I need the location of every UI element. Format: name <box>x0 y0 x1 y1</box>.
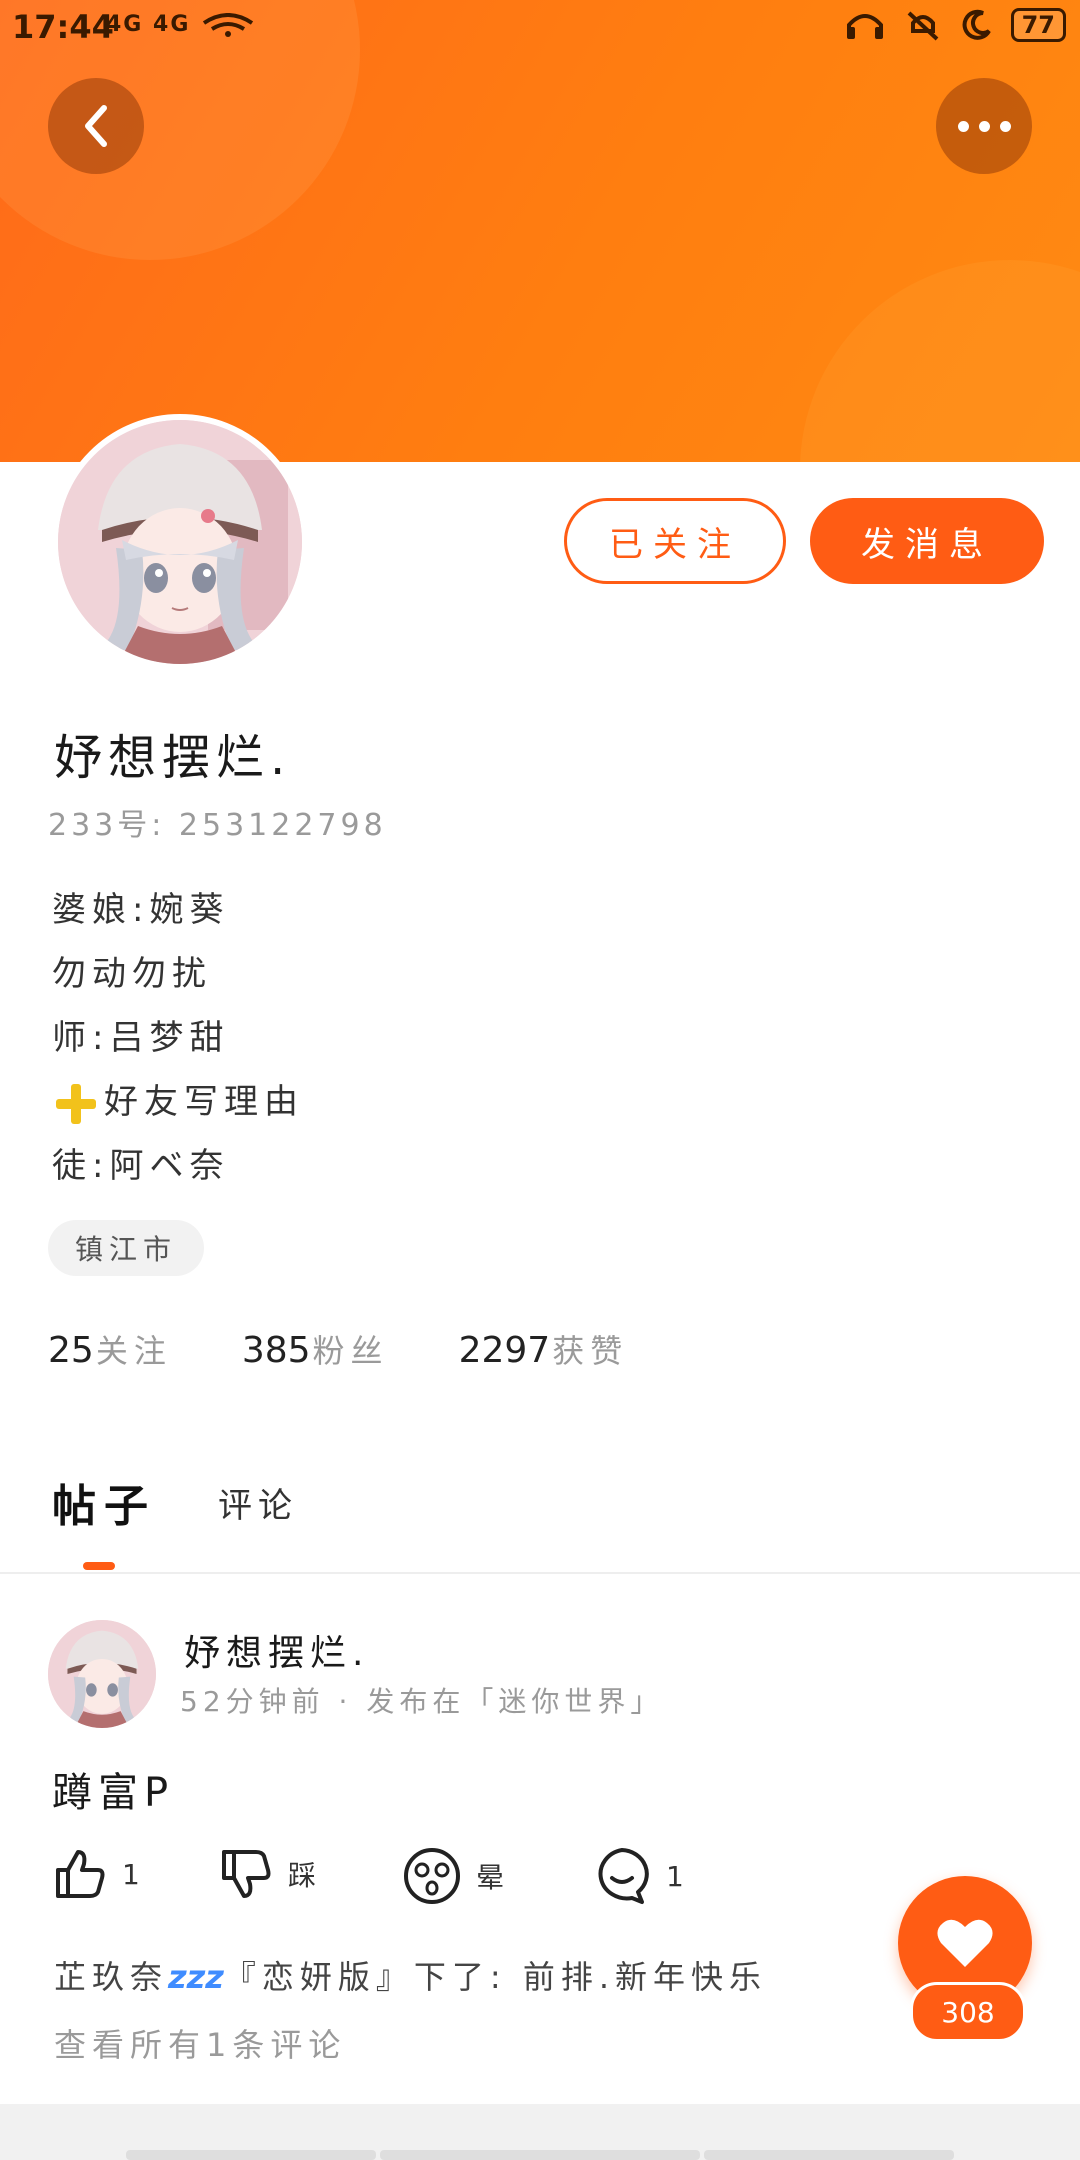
comment-preview[interactable]: 芷玖奈zzz『恋妍版』下了: 前排.新年快乐 <box>54 1952 767 1998</box>
profile-bio: 婆娘:婉葵 勿动勿扰 师:吕梦甜 好友写理由 徒:阿ベ奈 <box>52 878 304 1198</box>
bio-line: 勿动勿扰 <box>52 954 212 994</box>
avatar-image <box>58 420 302 664</box>
bio-line: 好友写理由 <box>52 1070 304 1134</box>
dizzy-button[interactable]: 晕 <box>402 1846 504 1906</box>
profile-banner <box>0 0 1080 462</box>
stat-followers[interactable]: 385 粉丝 <box>242 1326 389 1372</box>
post-author-name[interactable]: 妤想摆烂. <box>184 1624 369 1676</box>
stat-label: 粉丝 <box>312 1332 389 1370</box>
back-button[interactable] <box>48 78 144 174</box>
heart-icon <box>937 1919 993 1967</box>
profile-uid[interactable]: 233号: 253122798 <box>48 800 387 844</box>
headset-icon <box>846 14 883 39</box>
like-button[interactable]: 1 <box>52 1846 140 1902</box>
status-time: 17:44 <box>12 8 114 46</box>
bio-line: 婆娘:婉葵 <box>52 890 230 930</box>
next-card-preview <box>126 2150 376 2160</box>
bio-line: 徒:阿ベ奈 <box>52 1146 230 1186</box>
status-bar: 17:44 4G 4G 77 <box>0 0 1080 56</box>
post-actions: 1 踩 晕 1 <box>52 1846 852 1916</box>
avatar-image <box>48 1620 156 1728</box>
stat-number: 385 <box>241 1330 311 1371</box>
zzz-icon: zzz <box>168 1958 224 1996</box>
dizzy-face-icon <box>404 1848 460 1904</box>
stat-following[interactable]: 25 关注 <box>48 1326 172 1372</box>
banner-decoration <box>800 260 1080 462</box>
post-author-avatar[interactable] <box>48 1620 156 1728</box>
view-all-comments-link[interactable]: 查看所有1条评论 <box>54 2020 346 2066</box>
post-text[interactable]: 蹲富P <box>52 1760 174 1818</box>
tab-comments[interactable]: 评论 <box>218 1478 298 1527</box>
profile-stats: 25 关注 385 粉丝 2297 获赞 <box>48 1326 698 1372</box>
signal-icon: 4G 4G <box>106 12 256 37</box>
profile-nickname: 妤想摆烂. <box>54 730 292 786</box>
like-fab-count: 308 <box>910 1982 1026 2042</box>
plus-icon <box>52 1080 100 1128</box>
dislike-label: 踩 <box>288 1859 317 1892</box>
moon-icon <box>962 9 991 40</box>
stat-label: 获赞 <box>552 1332 629 1370</box>
bio-line-text: 好友写理由 <box>104 1082 304 1122</box>
avatar[interactable] <box>52 414 308 670</box>
next-card-preview <box>704 2150 954 2160</box>
stat-number: 25 <box>48 1330 94 1371</box>
comment-count: 1 <box>666 1859 684 1893</box>
next-card-preview <box>380 2150 700 2160</box>
more-dots-icon <box>953 120 1016 132</box>
tab-indicator <box>83 1562 115 1570</box>
comment-preview-text: 『恋妍版』下了: 前排.新年快乐 <box>223 1958 768 1996</box>
comment-preview-user: 芷玖奈 <box>54 1958 169 1996</box>
stat-label: 关注 <box>95 1332 172 1370</box>
thumbs-down-icon <box>222 1850 271 1898</box>
stat-number: 2297 <box>458 1330 551 1371</box>
battery-level: 77 <box>1010 8 1066 42</box>
thumbs-up-icon <box>56 1850 105 1898</box>
vibrate-icon <box>907 11 938 41</box>
more-button[interactable] <box>936 78 1032 174</box>
wifi-icon <box>202 13 254 37</box>
tab-posts[interactable]: 帖子 <box>52 1470 156 1534</box>
network-type: 4G 4G <box>106 12 191 37</box>
dislike-button[interactable]: 踩 <box>218 1846 316 1902</box>
content-tabs: 帖子 评论 <box>0 1460 1080 1574</box>
bio-line: 师:吕梦甜 <box>52 1018 230 1058</box>
dizzy-label: 晕 <box>476 1861 505 1894</box>
send-message-button[interactable]: 发消息 <box>810 498 1044 584</box>
comment-bubble-icon <box>598 1848 649 1904</box>
like-count: 1 <box>122 1857 140 1891</box>
location-tag: 镇江市 <box>48 1220 204 1276</box>
followed-button[interactable]: 已关注 <box>564 498 786 584</box>
comment-button[interactable]: 1 <box>592 1846 684 1906</box>
post-meta: 52分钟前 · 发布在「迷你世界」 <box>180 1685 664 1718</box>
stat-likes[interactable]: 2297 获赞 <box>459 1326 629 1372</box>
chevron-left-icon <box>85 105 107 147</box>
